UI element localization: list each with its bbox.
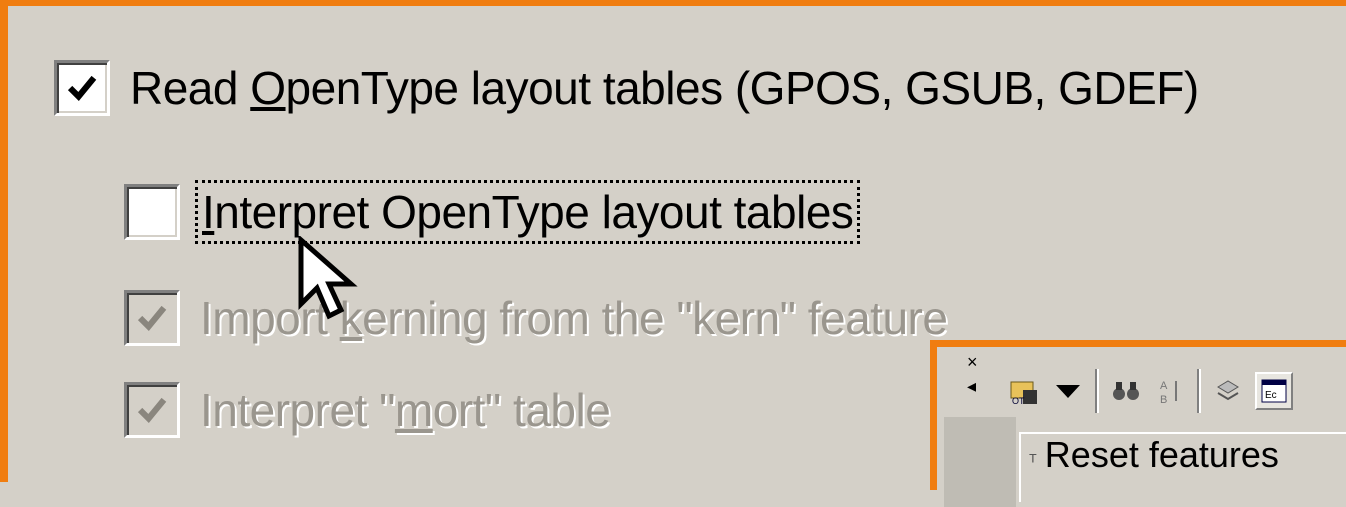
option-interpret-mort: Interpret "mort" table (124, 382, 611, 438)
checkmark-icon (67, 75, 97, 102)
mouse-pointer-icon (298, 236, 358, 320)
svg-text:Ec: Ec (1265, 390, 1277, 401)
checkmark-icon (137, 305, 167, 332)
collapse-arrow-icon[interactable]: ◂ (967, 377, 978, 395)
layers-icon[interactable] (1211, 374, 1245, 408)
close-icon[interactable]: × (967, 353, 978, 371)
option-import-kerning: Import kerning from the "kern" feature (124, 290, 948, 346)
sort-icon[interactable]: AB (1153, 374, 1187, 408)
binoculars-icon[interactable] (1109, 374, 1143, 408)
reset-features-row[interactable]: ᵀ Reset features (1019, 432, 1346, 502)
open-ot-icon[interactable]: OT (1007, 374, 1041, 408)
svg-text:B: B (1160, 394, 1167, 405)
panel-sidebar (944, 417, 1016, 507)
toolbar: OT AB Ec (1007, 369, 1293, 413)
toolbar-separator (1095, 369, 1099, 413)
read-opentype-checkbox[interactable] (54, 60, 110, 116)
option-interpret-opentype[interactable]: Interpret OpenType layout tables (124, 180, 861, 244)
toolbar-separator (1197, 369, 1201, 413)
svg-text:OT: OT (1012, 396, 1025, 406)
interpret-mort-checkbox (124, 382, 180, 438)
option-read-opentype[interactable]: Read OpenType layout tables (GPOS, GSUB,… (54, 60, 1199, 116)
checkmark-icon (137, 397, 167, 424)
interpret-opentype-label: Interpret OpenType layout tables (194, 180, 861, 244)
interpret-opentype-checkbox[interactable] (124, 184, 180, 240)
dropdown-arrow-icon[interactable] (1051, 374, 1085, 408)
reset-features-icon: ᵀ (1029, 451, 1037, 471)
reset-features-label: Reset features (1044, 434, 1279, 475)
read-opentype-label: Read OpenType layout tables (GPOS, GSUB,… (130, 62, 1199, 114)
import-kerning-checkbox (124, 290, 180, 346)
interpret-mort-label: Interpret "mort" table (200, 384, 611, 436)
opentype-toolbar-panel: × ◂ OT AB Ec ᵀ Reset features (930, 340, 1346, 507)
toolbar-grip: × ◂ (967, 353, 978, 395)
svg-text:A: A (1160, 380, 1168, 392)
features-panel-icon[interactable]: Ec (1255, 372, 1293, 410)
